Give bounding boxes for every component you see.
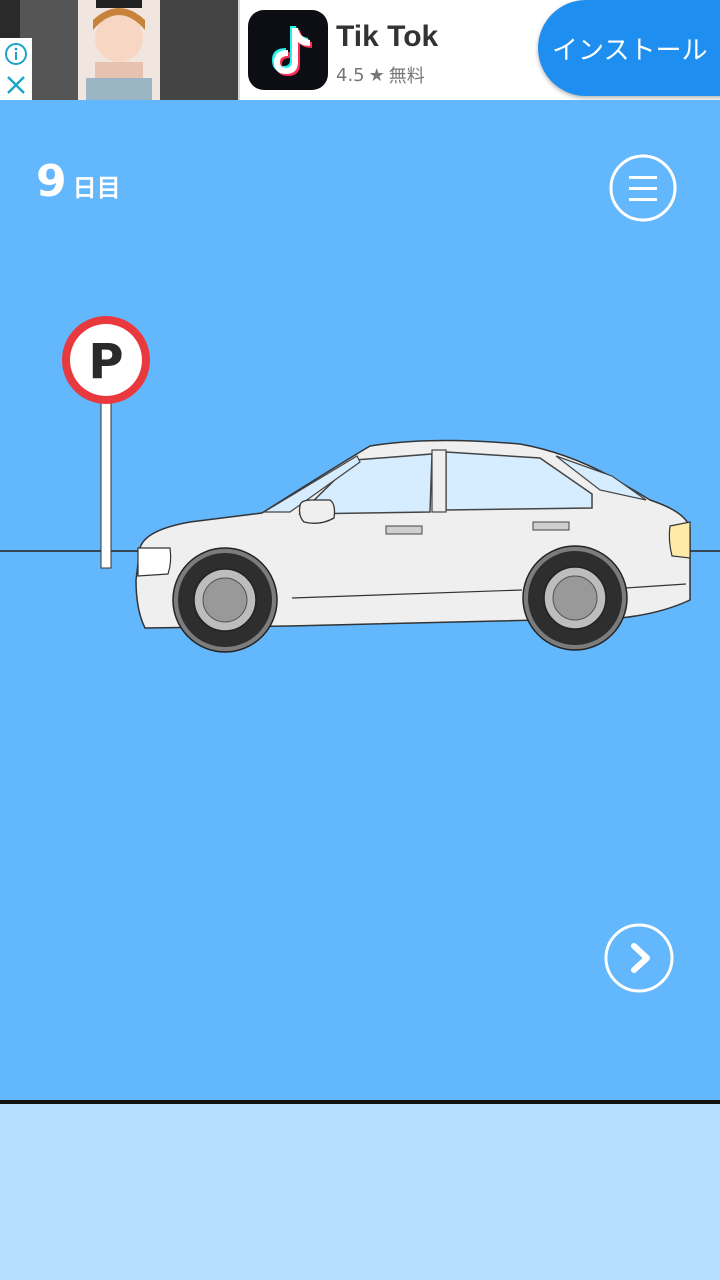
close-icon[interactable]: [5, 74, 27, 96]
car-wheel-rear: [172, 547, 278, 653]
sign-pole: [100, 399, 112, 569]
chevron-right-icon[interactable]: [604, 923, 674, 993]
ad-image[interactable]: [0, 0, 238, 100]
car-pillar: [431, 449, 447, 513]
car-side-mirror: [298, 499, 336, 524]
ad-banner[interactable]: Tik Tok 4.5 ★ 無料 インストール: [0, 0, 720, 100]
parking-sign[interactable]: P: [62, 316, 150, 569]
day-number: 9: [36, 156, 67, 207]
next-button[interactable]: [604, 923, 674, 993]
ad-choices[interactable]: [0, 38, 32, 100]
car-door-handle-rear: [385, 525, 423, 535]
car-wheel-front: [522, 545, 628, 651]
day-counter: 9 日目: [36, 156, 121, 207]
sign-letter: P: [88, 334, 123, 390]
car[interactable]: [135, 439, 691, 653]
day-suffix: 日目: [72, 174, 121, 202]
app-meta: 4.5 ★ 無料: [336, 62, 425, 88]
car-head-light: [668, 521, 691, 559]
ad-divider: [238, 0, 240, 100]
car-tail-light: [137, 547, 172, 577]
install-button[interactable]: インストール: [538, 0, 720, 96]
tiktok-app-icon[interactable]: [248, 10, 328, 90]
app-price: 無料: [388, 66, 425, 87]
bottom-panel: [0, 1104, 720, 1280]
hamburger-menu-icon[interactable]: [609, 154, 677, 222]
menu-button[interactable]: [609, 154, 677, 222]
star-icon: ★: [368, 64, 385, 86]
info-icon[interactable]: [4, 42, 28, 66]
app-name[interactable]: Tik Tok: [336, 20, 438, 54]
app-rating: 4.5: [336, 64, 365, 86]
car-door-handle-front: [532, 521, 570, 531]
parking-scene[interactable]: P: [0, 300, 720, 660]
